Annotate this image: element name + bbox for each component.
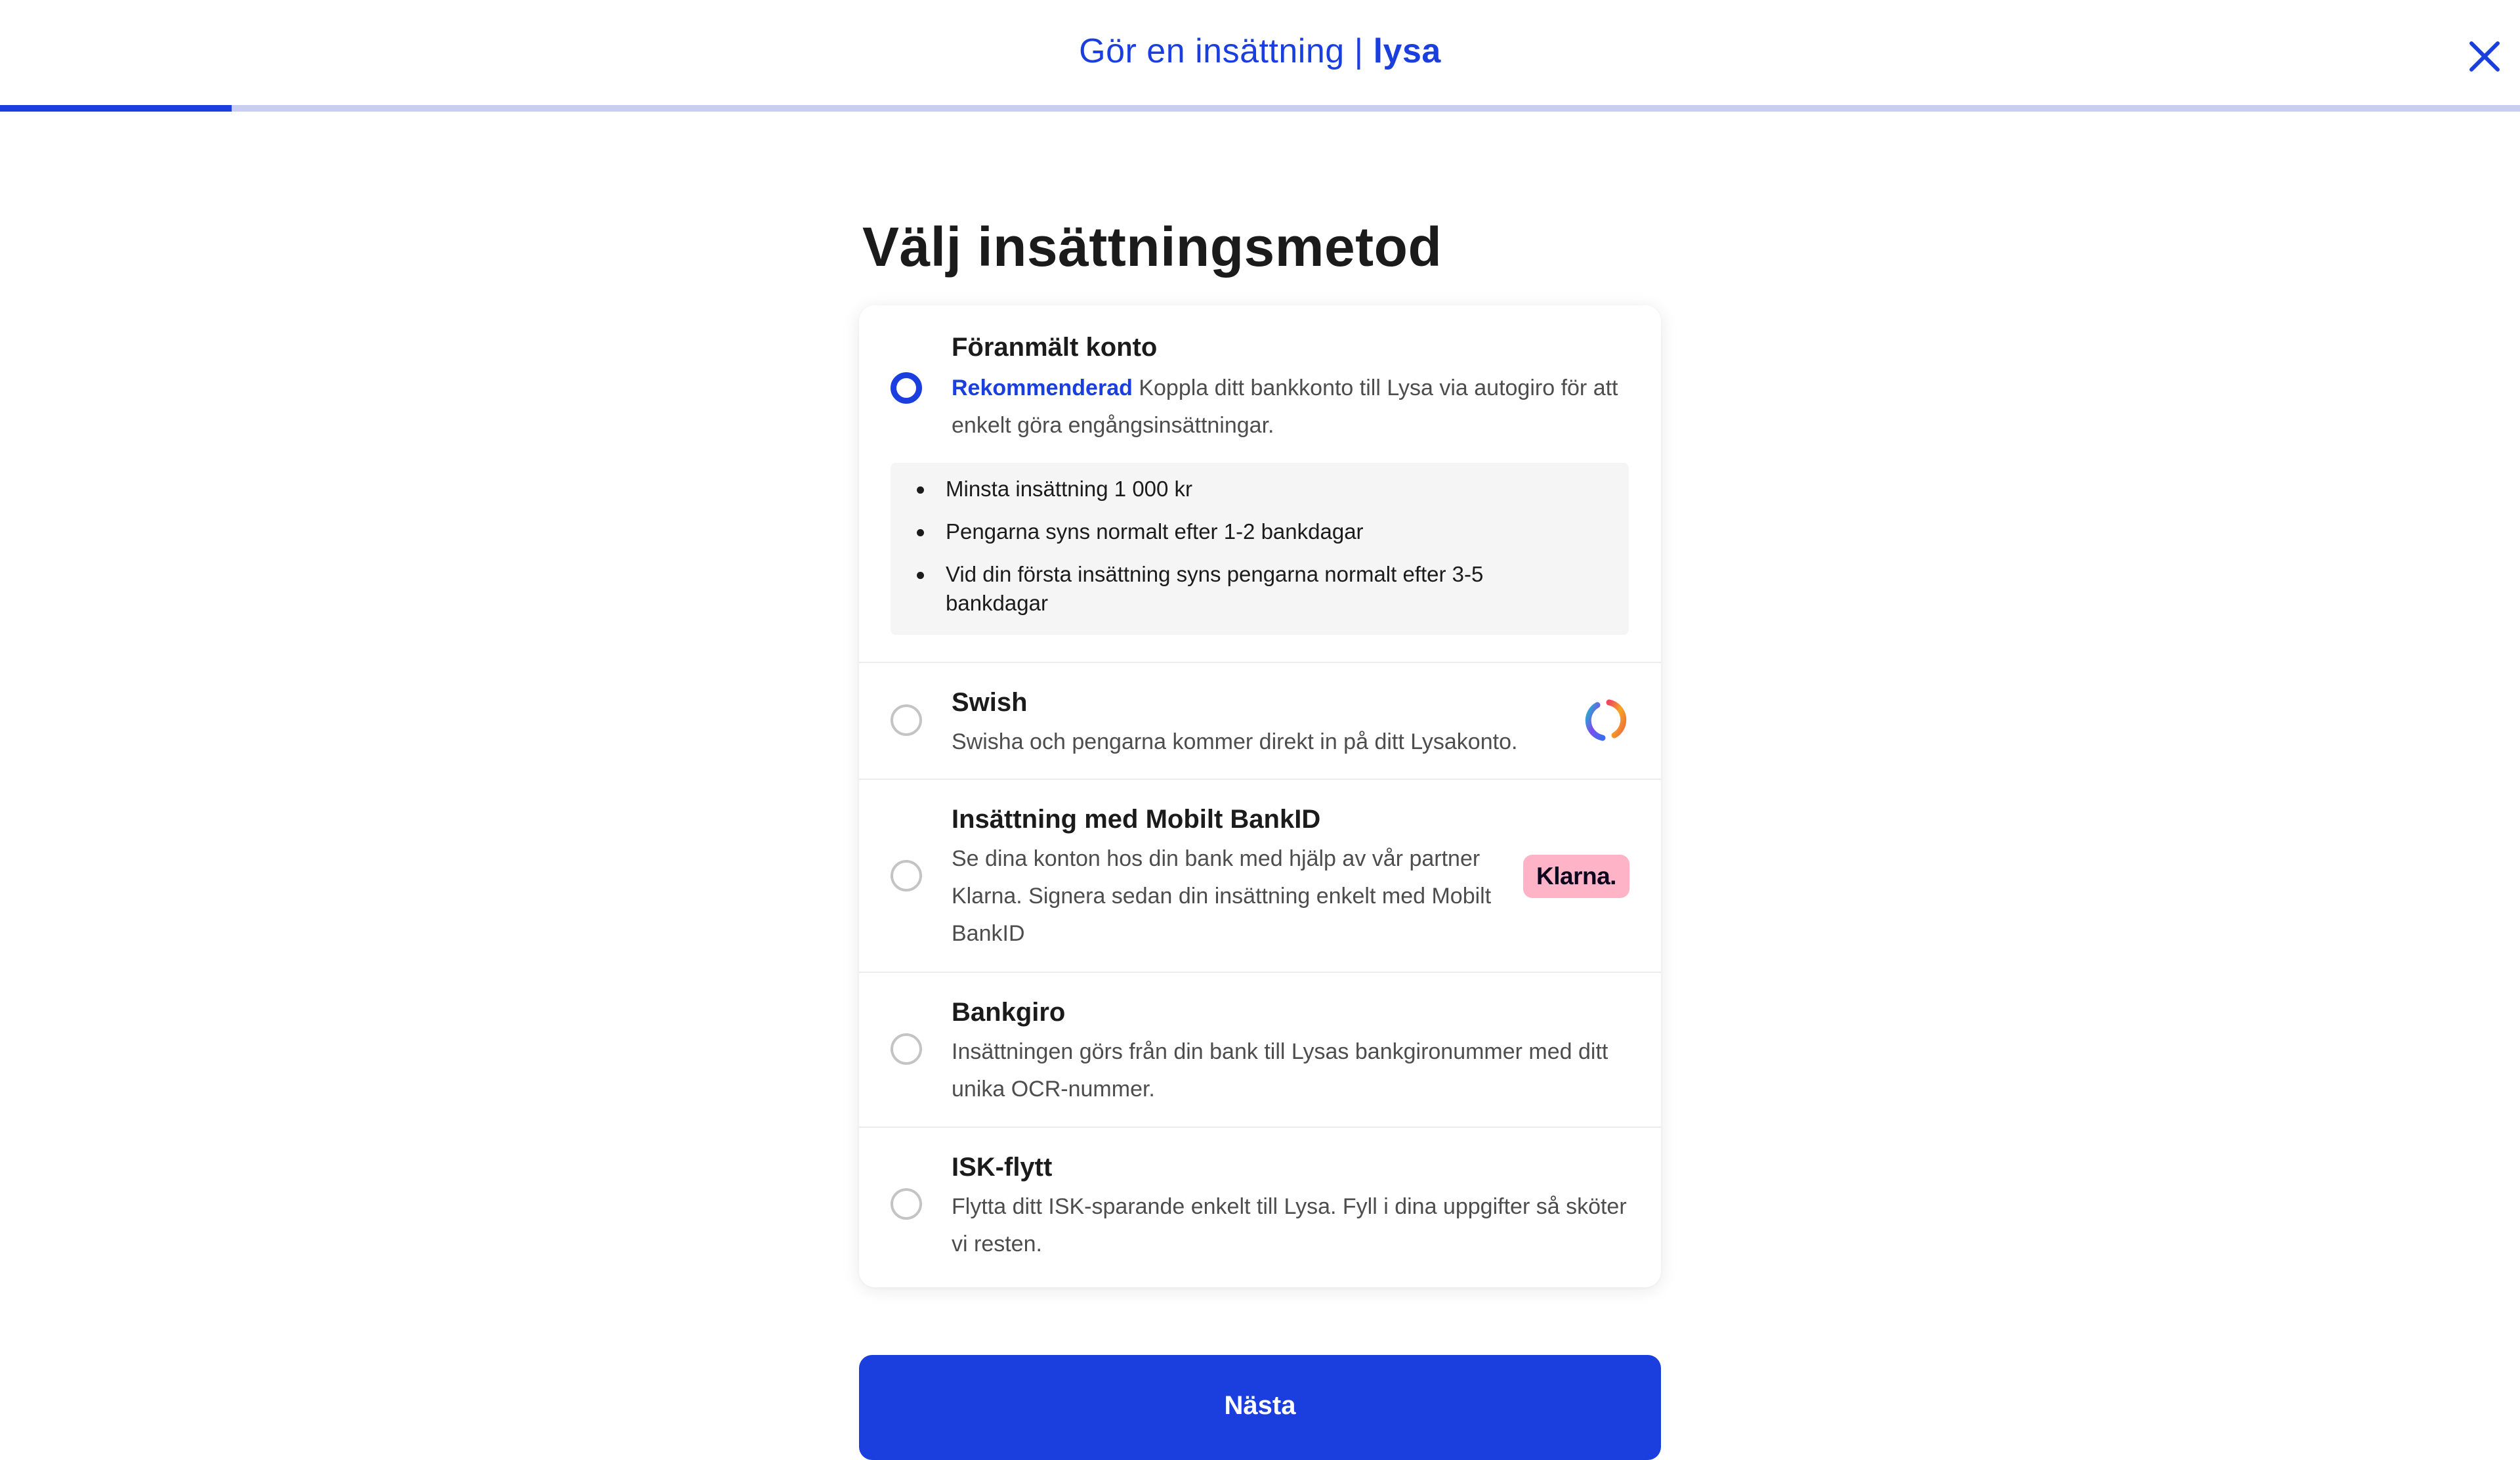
option-title: Swish xyxy=(952,688,1028,717)
option-title: ISK-flytt xyxy=(952,1153,1053,1182)
radio-mobile-bankid[interactable] xyxy=(891,860,922,891)
option-title: Insättning med Mobilt BankID xyxy=(952,805,1321,834)
deposit-method-list: Föranmält konto Rekommenderad Koppla dit… xyxy=(859,305,1661,1287)
progress-bar-fill xyxy=(0,105,232,112)
option-description: Insättningen görs från din bank till Lys… xyxy=(952,1039,1608,1102)
progress-bar xyxy=(0,105,2520,112)
option-description: Flytta ditt ISK-sparande enkelt till Lys… xyxy=(952,1194,1627,1256)
header-title-text: Gör en insättning | xyxy=(1079,32,1364,70)
recommended-badge: Rekommenderad xyxy=(952,376,1133,400)
detail-item: Minsta insättning 1 000 kr xyxy=(917,475,1589,504)
option-description: Rekommenderad Koppla ditt bankkonto till… xyxy=(952,370,1634,444)
option-isk-transfer[interactable]: ISK-flytt Flytta ditt ISK-sparande enkel… xyxy=(859,1127,1661,1287)
option-preregistered-account[interactable]: Föranmält konto Rekommenderad Koppla dit… xyxy=(859,305,1661,662)
close-button[interactable] xyxy=(2465,37,2504,76)
radio-isk-transfer[interactable] xyxy=(891,1188,922,1220)
next-button[interactable]: Nästa xyxy=(859,1355,1661,1460)
option-swish[interactable]: Swish Swisha och pengarna kommer direkt … xyxy=(859,662,1661,779)
brand-logo: lysa xyxy=(1373,32,1441,70)
detail-item: Vid din första insättning syns pengarna … xyxy=(917,560,1589,618)
option-description: Swisha och pengarna kommer direkt in på … xyxy=(952,729,1518,754)
option-bankgiro[interactable]: Bankgiro Insättningen görs från din bank… xyxy=(859,972,1661,1127)
deposit-details-box: Minsta insättning 1 000 kr Pengarna syns… xyxy=(891,463,1629,635)
detail-item: Pengarna syns normalt efter 1-2 bankdaga… xyxy=(917,517,1589,546)
option-title: Föranmält konto xyxy=(952,333,1158,362)
top-bar: Gör en insättning | lysa xyxy=(0,0,2520,105)
option-description: Se dina konton hos din bank med hjälp av… xyxy=(952,846,1492,946)
option-mobile-bankid[interactable]: Insättning med Mobilt BankID Se dina kon… xyxy=(859,779,1661,972)
radio-bankgiro[interactable] xyxy=(891,1033,922,1065)
swish-logo-icon xyxy=(1585,699,1627,741)
close-icon xyxy=(2469,41,2500,72)
option-title: Bankgiro xyxy=(952,998,1066,1027)
radio-swish[interactable] xyxy=(891,704,922,736)
page-title: Välj insättningsmetod xyxy=(862,216,1442,278)
header-title: Gör en insättning | lysa xyxy=(0,32,2520,71)
klarna-logo: Klarna. xyxy=(1523,855,1629,898)
radio-preregistered-account[interactable] xyxy=(891,372,922,404)
